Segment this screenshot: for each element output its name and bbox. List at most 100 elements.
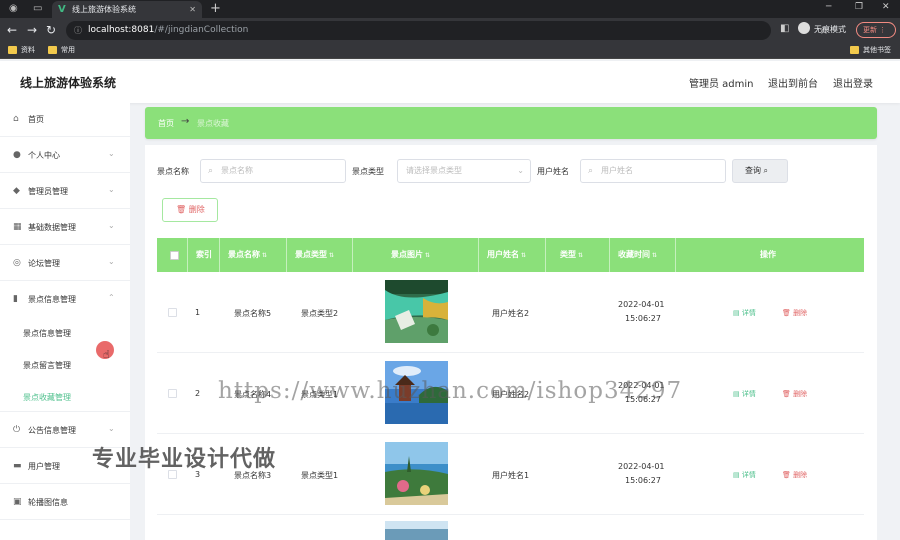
sidebar-toggle-icon[interactable]: ◧ <box>780 23 789 34</box>
sidebar-item-attractions[interactable]: ▮ 景点信息管理 ⌃ <box>0 283 130 317</box>
chevron-up-icon: ⌃ <box>108 293 115 302</box>
browser-tab[interactable]: V 线上旅游体验系统 ✕ <box>52 1 202 18</box>
table-header: 索引 景点名称 ⇅ 景点类型 ⇅ 景点图片 ⇅ 用户姓名 ⇅ 类型 ⇅ 收藏时间 ⇅ 操作 <box>157 238 864 272</box>
sidebar-subitem-label: 景点留言管理 <box>23 361 71 370</box>
search-icon: ⌕ <box>588 166 594 176</box>
breadcrumb-separator: → <box>181 116 190 127</box>
table-row <box>157 515 864 540</box>
vue-logo-icon: V <box>58 4 66 15</box>
column-header-category[interactable]: 类型 ⇅ <box>546 238 610 272</box>
column-header-image[interactable]: 景点图片 ⇅ <box>353 238 479 272</box>
globe-icon: ◎ <box>13 258 21 268</box>
folder-icon <box>850 46 859 54</box>
sidebar: ⌂ 首页 ● 个人中心 ⌄ ◆ 管理员管理 ⌄ ▦ 基础数据管理 ⌄ ◎ 论坛管… <box>0 103 130 540</box>
row-date: 2022-04-01 <box>618 462 665 471</box>
sidebar-item-label: 公告信息管理 <box>28 426 76 435</box>
close-tab-icon[interactable]: ✕ <box>189 1 196 18</box>
column-header-user[interactable]: 用户姓名 ⇅ <box>479 238 546 272</box>
column-label: 景点图片 <box>391 250 423 259</box>
row-time: 15:06:27 <box>625 476 661 485</box>
attraction-thumbnail[interactable] <box>385 280 448 343</box>
bookmark-folder[interactable]: 常用 <box>48 45 75 56</box>
detail-label: 详情 <box>741 309 756 317</box>
column-label: 用户姓名 <box>487 250 519 259</box>
name-search-input[interactable]: ⌕ 景点名称 <box>200 159 346 183</box>
power-icon: ⏻ <box>13 425 21 435</box>
query-label: 查询 <box>745 166 761 175</box>
delete-button[interactable]: 🗑 删除 <box>782 470 807 480</box>
address-bar[interactable]: ⓘ localhost:8081/#/jingdianCollection ☆ <box>66 21 829 40</box>
type-select[interactable]: 请选择景点类型 ⌄ <box>397 159 531 183</box>
attraction-thumbnail[interactable] <box>385 521 448 540</box>
detail-label: 详情 <box>741 471 756 479</box>
folder-icon <box>8 46 17 54</box>
batch-delete-button[interactable]: 🗑 删除 <box>162 198 218 222</box>
app-header: 线上旅游体验系统 管理员 admin 退出到前台 退出登录 <box>0 61 900 103</box>
row-date: 2022-04-01 <box>618 300 665 309</box>
reload-icon[interactable]: ↻ <box>46 23 56 37</box>
logout-link[interactable]: 退出登录 <box>833 75 873 90</box>
grid-icon: ▦ <box>13 222 22 232</box>
sidebar-item-forum[interactable]: ◎ 论坛管理 ⌄ <box>0 247 130 281</box>
minimize-icon[interactable]: ─ <box>826 2 831 12</box>
front-link[interactable]: 退出到前台 <box>768 75 818 90</box>
sidebar-item-label: 轮播图信息 <box>28 498 68 507</box>
bookmark-label: 资料 <box>21 46 35 54</box>
admin-label: 管理员 admin <box>689 79 754 90</box>
sidebar-item-admin[interactable]: ◆ 管理员管理 ⌄ <box>0 175 130 209</box>
select-all-checkbox[interactable] <box>170 251 179 260</box>
delete-button[interactable]: 🗑 删除 <box>782 308 807 318</box>
column-header-name[interactable]: 景点名称 ⇅ <box>220 238 287 272</box>
bookmark-folder[interactable]: 资料 <box>8 45 35 56</box>
detail-button[interactable]: ▤ 详情 <box>733 308 756 318</box>
detail-label: 详情 <box>741 390 756 398</box>
tab-title: 线上旅游体验系统 <box>72 5 136 14</box>
column-header-type[interactable]: 景点类型 ⇅ <box>287 238 353 272</box>
chevron-down-icon: ⌄ <box>108 185 115 194</box>
sidebar-item-profile[interactable]: ● 个人中心 ⌄ <box>0 139 130 173</box>
shield-icon: ◆ <box>13 186 20 196</box>
sidebar-item-label: 用户管理 <box>28 462 60 471</box>
row-checkbox[interactable] <box>168 308 177 317</box>
breadcrumb-home[interactable]: 首页 <box>158 118 174 129</box>
new-tab-icon[interactable]: + <box>210 1 221 16</box>
row-checkbox[interactable] <box>168 389 177 398</box>
maximize-icon[interactable]: ❐ <box>855 2 863 12</box>
row-user: 用户姓名1 <box>492 471 530 480</box>
header-checkbox-cell <box>157 238 188 272</box>
chevron-down-icon: ⌄ <box>108 257 115 266</box>
sidebar-item-carousel[interactable]: ▣ 轮播图信息 <box>0 486 130 520</box>
browser-menu-icon[interactable]: ◉ <box>9 3 18 15</box>
sidebar-subitem-collection[interactable]: 景点收藏管理 <box>0 382 130 412</box>
breadcrumb-current: 景点收藏 <box>197 119 229 128</box>
sidebar-item-home[interactable]: ⌂ 首页 <box>0 103 130 137</box>
delete-label: 删除 <box>793 390 808 398</box>
sort-icon: ⇅ <box>329 252 335 259</box>
incognito-icon[interactable] <box>798 22 810 34</box>
query-button[interactable]: 查询 ⌕ <box>732 159 788 183</box>
window-icon[interactable]: ▭ <box>33 3 42 15</box>
detail-icon: ▤ <box>733 390 740 398</box>
sort-icon: ⇅ <box>521 252 527 259</box>
sidebar-subitem-label: 景点信息管理 <box>23 329 71 338</box>
attraction-thumbnail[interactable] <box>385 442 448 505</box>
delete-button[interactable]: 🗑 删除 <box>782 389 807 399</box>
detail-button[interactable]: ▤ 详情 <box>733 470 756 480</box>
trash-icon: 🗑 <box>176 205 187 214</box>
user-search-input[interactable]: ⌕ 用户姓名 <box>580 159 726 183</box>
detail-icon: ▤ <box>733 309 740 317</box>
detail-button[interactable]: ▤ 详情 <box>733 389 756 399</box>
close-window-icon[interactable]: ✕ <box>882 2 890 12</box>
other-bookmarks[interactable]: 其他书签 <box>850 45 891 56</box>
sidebar-item-label: 基础数据管理 <box>28 223 76 232</box>
update-button[interactable]: 更新 ⋮ <box>856 22 896 38</box>
sidebar-item-base-data[interactable]: ▦ 基础数据管理 ⌄ <box>0 211 130 245</box>
detail-icon: ▤ <box>733 471 740 479</box>
back-icon[interactable]: ← <box>7 23 17 37</box>
info-icon[interactable]: ⓘ <box>74 21 82 40</box>
breadcrumb: 首页 → 景点收藏 <box>145 107 877 139</box>
sidebar-item-label: 景点信息管理 <box>28 295 76 304</box>
forward-icon[interactable]: → <box>27 23 37 37</box>
column-header-time[interactable]: 收藏时间 ⇅ <box>610 238 676 272</box>
trash-icon: 🗑 <box>782 471 791 479</box>
